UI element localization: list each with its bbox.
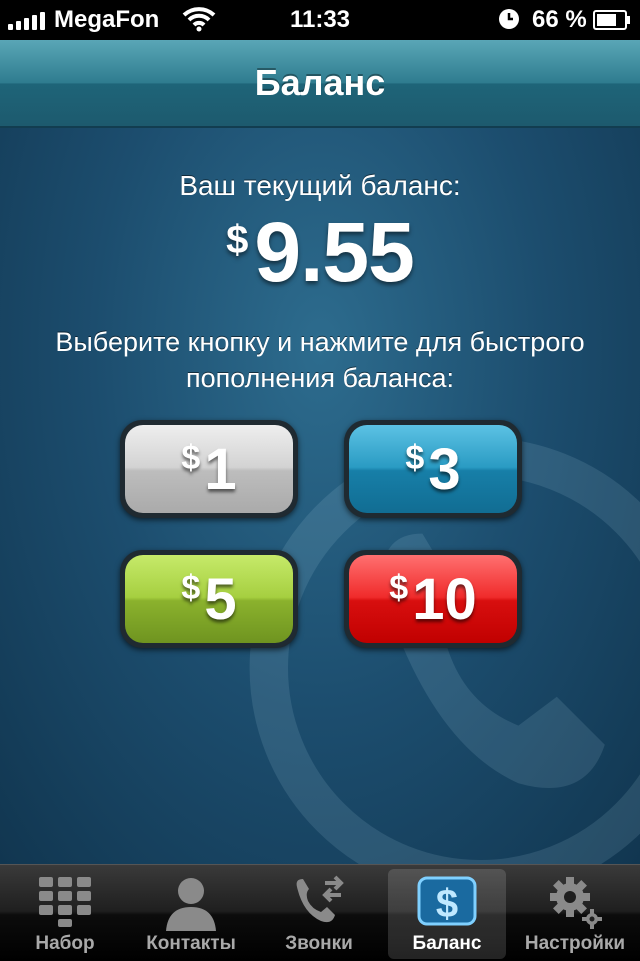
topup-currency: $ — [405, 439, 425, 477]
topup-amount: 5 — [204, 566, 237, 632]
tab-label: Контакты — [146, 933, 236, 954]
balance-amount: 9.55 — [254, 205, 414, 299]
battery-icon — [593, 10, 630, 30]
keypad-icon — [39, 877, 91, 927]
topup-amount: 3 — [428, 436, 461, 502]
topup-3-button[interactable]: $3 — [349, 425, 517, 513]
alarm-icon — [499, 9, 519, 29]
contact-person-icon — [166, 878, 216, 931]
balance-label: Ваш текущий баланс: — [179, 170, 461, 201]
tab-dialpad[interactable]: Набор — [6, 869, 124, 959]
topup-1-button[interactable]: $1 — [125, 425, 293, 513]
svg-text:$: $ — [436, 882, 458, 926]
tab-label: Настройки — [524, 933, 626, 954]
topup-5-frame: $5 — [120, 550, 298, 648]
nav-bar: Баланс — [0, 40, 640, 128]
topup-10-button[interactable]: $10 — [349, 555, 517, 643]
tab-settings[interactable]: Настройки — [516, 869, 634, 959]
tab-label: Звонки — [285, 933, 353, 954]
status-bar: MegaFon 11:33 66 % — [0, 0, 640, 40]
topup-1-frame: $1 — [120, 420, 298, 518]
topup-3-frame: $3 — [344, 420, 522, 518]
topup-currency: $ — [389, 569, 409, 607]
topup-currency: $ — [181, 439, 201, 477]
tab-balance[interactable]: $ Баланс — [388, 869, 506, 959]
topup-amount: 10 — [412, 566, 477, 632]
call-history-icon — [296, 875, 344, 923]
balance-value: $9.55 — [0, 204, 640, 301]
topup-instructions: Выберите кнопку и нажмите для быстрого п… — [55, 327, 585, 393]
tab-contacts[interactable]: Контакты — [132, 869, 250, 959]
tab-calls[interactable]: Звонки — [260, 869, 378, 959]
topup-5-button[interactable]: $5 — [125, 555, 293, 643]
balance-currency: $ — [226, 218, 249, 262]
topup-currency: $ — [181, 569, 201, 607]
tab-label: Набор — [35, 933, 95, 954]
dollar-icon: $ — [417, 876, 477, 926]
gear-icon — [550, 877, 602, 929]
balance-screen: Ваш текущий баланс: $9.55 Выберите кнопк… — [0, 128, 640, 864]
tab-bar: Набор Контакты Звонки $ Баланс Настройки — [0, 864, 640, 961]
tab-label: Баланс — [412, 933, 482, 954]
battery-percent: 66 % — [532, 6, 587, 33]
topup-amount: 1 — [204, 436, 237, 502]
page-title: Баланс — [254, 62, 386, 103]
topup-10-frame: $10 — [344, 550, 522, 648]
